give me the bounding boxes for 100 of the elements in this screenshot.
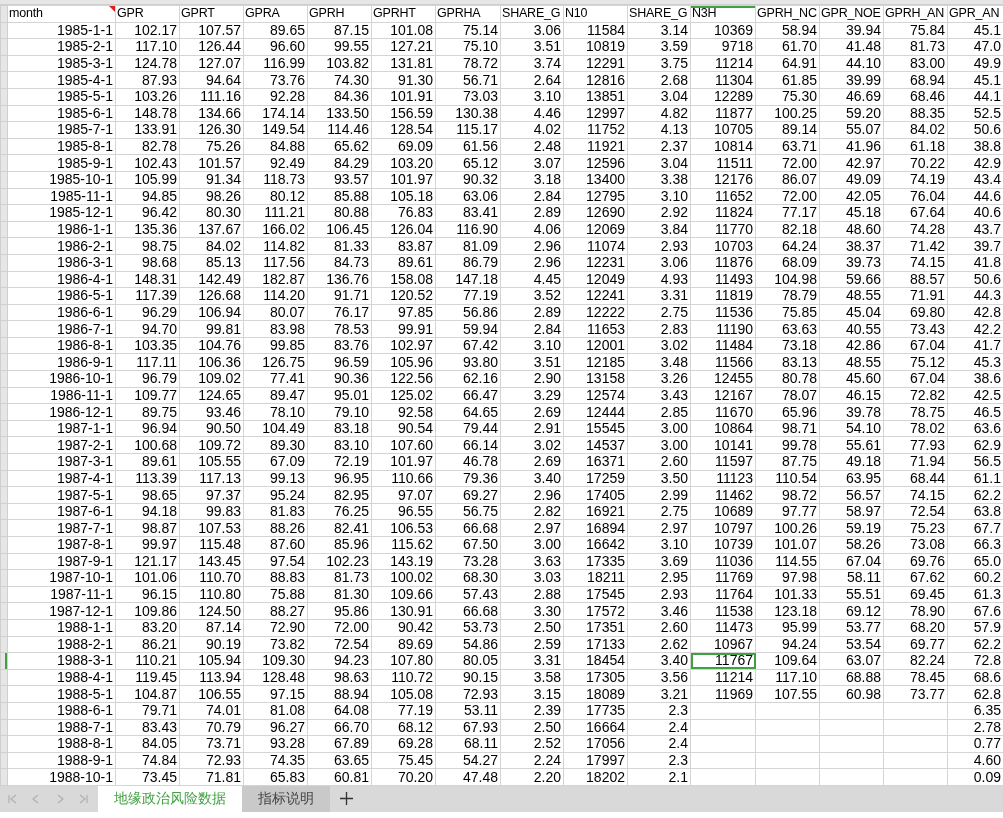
table-cell[interactable]: 116.99 [243,55,308,72]
table-cell[interactable]: 41.7 [947,337,1003,354]
table-cell[interactable]: 67.09 [243,453,308,471]
table-cell[interactable]: 64.65 [435,403,501,421]
table-cell[interactable]: 1985-12-1 [7,204,116,222]
table-cell[interactable]: 76.04 [883,188,948,205]
table-cell[interactable]: 74.30 [307,71,372,89]
table-cell[interactable]: 106.45 [307,221,372,238]
table-cell[interactable]: 87.75 [755,453,820,471]
table-cell[interactable]: 83.98 [243,320,308,338]
table-cell[interactable]: 2.50 [500,719,564,736]
table-cell[interactable]: 3.10 [627,536,691,554]
table-cell[interactable]: 52.5 [947,105,1003,122]
table-cell[interactable]: 105.99 [115,171,180,189]
row-header[interactable] [0,752,8,769]
table-cell[interactable]: 61.70 [755,38,820,56]
table-cell[interactable]: 2.60 [627,619,691,637]
table-cell[interactable]: 88.27 [243,602,308,620]
table-cell[interactable]: 59.19 [819,519,884,537]
table-cell[interactable]: 91.71 [307,287,372,305]
table-cell[interactable]: 49.9 [947,55,1003,72]
table-cell[interactable]: 83.43 [115,719,180,736]
table-cell[interactable]: 50.6 [947,121,1003,139]
table-cell[interactable]: 63.71 [755,138,820,155]
table-cell[interactable]: 1987-5-1 [7,486,116,504]
table-cell[interactable]: 77.19 [371,702,436,720]
first-icon[interactable] [6,792,18,805]
table-cell[interactable]: 16664 [563,719,628,736]
table-cell[interactable]: 2.24 [500,752,564,769]
table-cell[interactable]: 66.68 [435,602,501,620]
table-cell[interactable]: 81.73 [307,569,372,587]
table-cell[interactable]: 98.63 [307,669,372,686]
table-cell[interactable]: 59.94 [435,320,501,338]
table-cell[interactable]: 110.72 [371,669,436,686]
table-cell[interactable]: 18454 [563,652,628,670]
table-cell[interactable]: 68.11 [435,735,501,753]
row-header[interactable] [0,121,8,139]
table-cell[interactable]: 63.06 [435,188,501,205]
table-cell[interactable]: 78.79 [755,287,820,305]
table-cell[interactable]: 53.11 [435,702,501,720]
table-cell[interactable]: 67.04 [883,370,948,388]
table-cell[interactable]: 54.27 [435,752,501,769]
row-header[interactable] [0,702,8,720]
table-cell[interactable]: 1985-5-1 [7,88,116,106]
table-cell[interactable]: 63.8 [947,503,1003,520]
table-cell[interactable]: 16894 [563,519,628,537]
table-cell[interactable]: 99.83 [179,503,244,520]
table-cell[interactable]: 1986-8-1 [7,337,116,354]
table-cell[interactable]: 10739 [690,536,756,554]
table-cell[interactable]: 73.77 [883,685,948,703]
table-cell[interactable]: 87.15 [307,22,372,39]
table-cell[interactable]: 2.59 [500,636,564,653]
table-cell[interactable]: 2.60 [627,453,691,471]
table-cell[interactable]: 3.06 [500,22,564,39]
table-cell[interactable]: 1986-12-1 [7,403,116,421]
table-cell[interactable]: 1986-10-1 [7,370,116,388]
table-cell[interactable]: 117.11 [115,353,180,371]
table-cell[interactable]: 61.1 [947,470,1003,487]
table-cell[interactable]: 86.07 [755,171,820,189]
table-cell[interactable]: 64.91 [755,55,820,72]
table-cell[interactable]: 83.13 [755,353,820,371]
table-cell[interactable]: 126.30 [179,121,244,139]
table-cell[interactable]: 54.10 [819,420,884,437]
table-cell[interactable]: 6.35 [947,702,1003,720]
table-cell[interactable]: 3.31 [627,287,691,305]
table-cell[interactable]: 124.50 [179,602,244,620]
table-cell[interactable]: 3.56 [627,669,691,686]
table-cell[interactable]: 3.30 [500,602,564,620]
row-header[interactable] [0,420,8,437]
table-cell[interactable]: 12574 [563,387,628,404]
table-cell[interactable]: 103.82 [307,55,372,72]
table-cell[interactable]: 69.45 [883,586,948,603]
table-cell[interactable]: 17351 [563,619,628,637]
table-cell[interactable]: 56.86 [435,304,501,321]
table-cell[interactable]: 147.18 [435,271,501,288]
table-cell[interactable]: 68.88 [819,669,884,686]
table-cell[interactable]: 126.75 [243,353,308,371]
table-cell[interactable]: 72.8 [947,652,1003,670]
table-cell[interactable]: 83.20 [115,619,180,637]
table-cell[interactable]: 80.07 [243,304,308,321]
table-cell[interactable]: 17405 [563,486,628,504]
table-cell[interactable]: 2.91 [500,420,564,437]
table-cell[interactable]: 96.95 [307,470,372,487]
table-cell[interactable]: 1986-6-1 [7,304,116,321]
table-cell[interactable]: 98.71 [755,420,820,437]
row-header[interactable] [0,304,8,321]
table-cell[interactable]: 2.62 [627,636,691,653]
table-cell[interactable]: 41.8 [947,254,1003,271]
table-cell[interactable]: 2.93 [627,586,691,603]
table-cell[interactable]: 72.00 [307,619,372,637]
table-cell[interactable]: 101.33 [755,586,820,603]
row-header[interactable] [0,403,8,421]
table-cell[interactable]: 82.78 [115,138,180,155]
table-cell[interactable]: 11074 [563,237,628,255]
table-cell[interactable]: 69.28 [371,735,436,753]
table-cell[interactable]: 78.45 [883,669,948,686]
column-header[interactable]: GPR [115,5,180,23]
table-cell[interactable]: 53.54 [819,636,884,653]
table-cell[interactable]: 126.68 [179,287,244,305]
table-cell[interactable]: 1988-3-1 [7,652,116,670]
